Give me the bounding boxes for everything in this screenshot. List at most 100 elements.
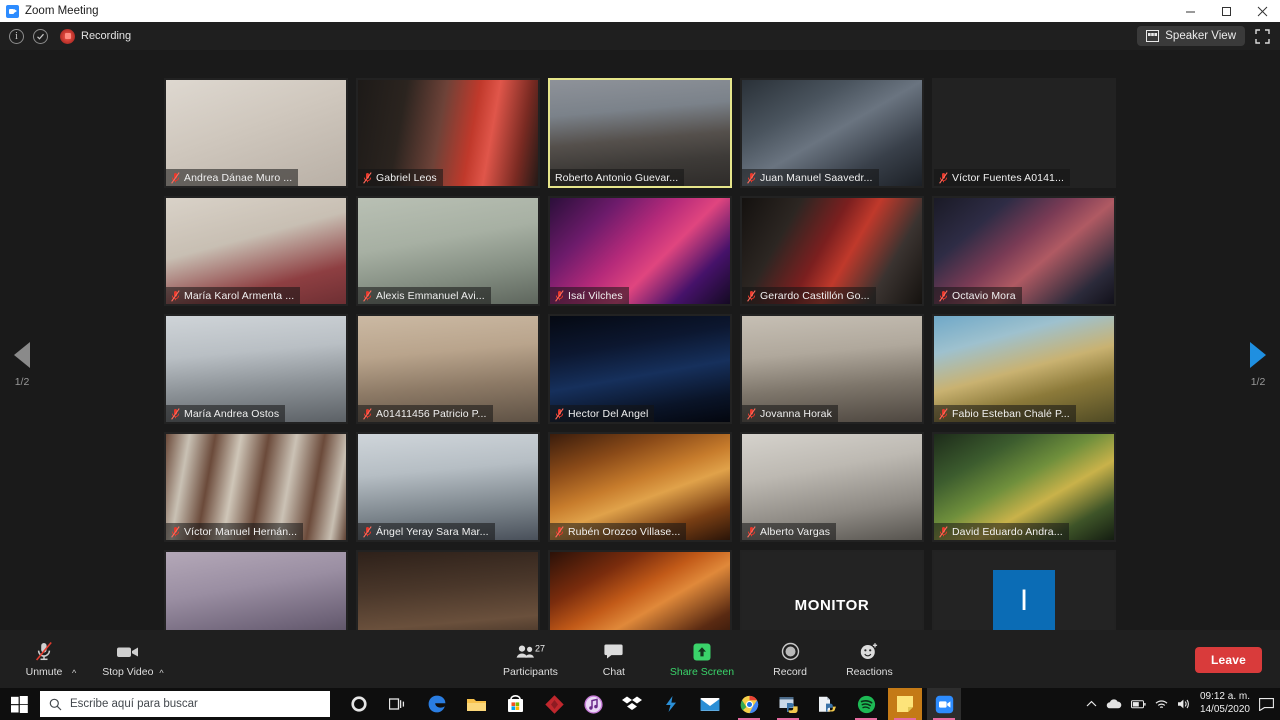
participant-name: Víctor Manuel Hernán... — [184, 526, 297, 538]
info-icon[interactable]: i — [9, 29, 24, 44]
participant-name: Hector Del Angel — [568, 408, 648, 420]
share-screen-button[interactable]: Share Screen — [664, 641, 740, 678]
volume-icon[interactable] — [1177, 698, 1191, 710]
participant-name: Roberto Antonio Guevar... — [555, 172, 678, 184]
blue-bolt-app-icon[interactable] — [654, 688, 688, 720]
participant-tile[interactable]: Ángel Yeray Sara Mar... — [356, 432, 540, 542]
edge-icon[interactable] — [420, 688, 454, 720]
participants-button[interactable]: 27 Participants — [497, 641, 564, 678]
cortana-icon[interactable] — [342, 688, 376, 720]
recording-indicator[interactable]: Recording — [60, 29, 131, 44]
participant-tile[interactable]: Alexis Emmanuel Avi... — [356, 196, 540, 306]
participant-name: David Eduardo Andra... — [952, 526, 1063, 538]
participant-tile[interactable]: Gabriel Leos — [356, 78, 540, 188]
participant-name-bar: María Karol Armenta ... — [166, 287, 300, 304]
task-view-icon[interactable] — [381, 688, 415, 720]
participant-tile[interactable]: Gerardo Castillón Go... — [740, 196, 924, 306]
participant-tile[interactable]: Roberto Antonio Guevar... — [548, 78, 732, 188]
dropbox-icon[interactable] — [615, 688, 649, 720]
chrome-icon[interactable] — [732, 688, 766, 720]
clock-date: 14/05/2020 — [1200, 704, 1250, 717]
close-button[interactable] — [1244, 0, 1280, 22]
participant-name-bar: Octavio Mora — [934, 287, 1022, 304]
participant-tile[interactable]: Octavio Mora — [932, 196, 1116, 306]
python-file-icon[interactable] — [810, 688, 844, 720]
participants-label: Participants — [503, 666, 558, 678]
red-diamond-app-icon[interactable] — [537, 688, 571, 720]
audio-options-chevron-icon[interactable]: ^ — [72, 669, 76, 678]
participant-name: Ángel Yeray Sara Mar... — [376, 526, 489, 538]
microphone-muted-icon — [555, 290, 564, 302]
python-idle-icon[interactable] — [771, 688, 805, 720]
chat-label: Chat — [603, 666, 625, 678]
participant-name: Jovanna Horak — [760, 408, 832, 420]
mail-icon[interactable] — [693, 688, 727, 720]
shield-check-icon[interactable] — [33, 29, 48, 44]
window-title: Zoom Meeting — [25, 5, 99, 17]
share-screen-label: Share Screen — [670, 666, 734, 678]
leave-meeting-button[interactable]: Leave — [1195, 647, 1262, 673]
participant-name-bar: Ángel Yeray Sara Mar... — [358, 523, 495, 540]
participant-tile[interactable]: Isaí Vilches — [548, 196, 732, 306]
record-button[interactable]: Record — [762, 641, 818, 678]
participant-grid: Andrea Dánae Muro ...Gabriel Leos Roberto… — [164, 78, 1116, 660]
participant-tile[interactable]: Víctor Fuentes A0141... — [932, 78, 1116, 188]
show-hidden-icons-icon[interactable] — [1086, 700, 1097, 709]
participant-tile[interactable]: Fabio Esteban Chalé P... — [932, 314, 1116, 424]
onedrive-icon[interactable] — [1106, 699, 1122, 709]
chevron-right-icon[interactable] — [1250, 342, 1266, 368]
next-page-control[interactable]: 1/2 — [1250, 342, 1266, 388]
participant-tile[interactable]: Andrea Dánae Muro ... — [164, 78, 348, 188]
unmute-button[interactable]: Unmute — [16, 641, 72, 678]
search-input[interactable]: Escribe aquí para buscar — [40, 691, 330, 717]
chevron-left-icon[interactable] — [14, 342, 30, 368]
stop-video-button[interactable]: Stop Video — [96, 641, 159, 678]
spotify-icon[interactable] — [849, 688, 883, 720]
file-explorer-icon[interactable] — [459, 688, 493, 720]
window-titlebar: Zoom Meeting — [0, 0, 1280, 22]
stop-video-label: Stop Video — [102, 666, 153, 678]
participant-name-bar: A01411456 Patricio P... — [358, 405, 493, 422]
prev-page-control[interactable]: 1/2 — [14, 342, 30, 388]
zoom-taskbar-icon[interactable] — [927, 688, 961, 720]
participant-tile[interactable]: Víctor Manuel Hernán... — [164, 432, 348, 542]
microphone-muted-icon — [747, 172, 756, 184]
video-options-chevron-icon[interactable]: ^ — [159, 669, 163, 678]
microphone-muted-icon — [363, 526, 372, 538]
reactions-smiley-icon — [859, 641, 879, 663]
participant-tile[interactable]: Rubén Orozco Villase... — [548, 432, 732, 542]
video-stage: 1/2 1/2 Andrea Dánae Muro ...Gabriel Leo… — [0, 50, 1280, 630]
participant-tile[interactable]: Jovanna Horak — [740, 314, 924, 424]
participant-name-bar: María Andrea Ostos — [166, 405, 285, 422]
clock[interactable]: 09:12 a. m. 14/05/2020 — [1200, 691, 1250, 717]
chat-button[interactable]: Chat — [586, 641, 642, 678]
participant-tile[interactable]: Juan Manuel Saavedr... — [740, 78, 924, 188]
svg-text:27: 27 — [535, 644, 545, 654]
page-indicator-right: 1/2 — [1251, 376, 1266, 388]
microphone-muted-icon — [747, 526, 756, 538]
participant-tile[interactable]: David Eduardo Andra... — [932, 432, 1116, 542]
participant-name: Rubén Orozco Villase... — [568, 526, 680, 538]
participant-tile[interactable]: María Karol Armenta ... — [164, 196, 348, 306]
action-center-icon[interactable] — [1259, 698, 1274, 711]
enter-fullscreen-icon[interactable] — [1255, 29, 1270, 44]
microphone-muted-icon — [171, 290, 180, 302]
reactions-button[interactable]: Reactions — [840, 641, 899, 678]
sticky-notes-icon[interactable] — [888, 688, 922, 720]
wifi-icon[interactable] — [1155, 699, 1168, 710]
participant-tile[interactable]: A01411456 Patricio P... — [356, 314, 540, 424]
maximize-button[interactable] — [1208, 0, 1244, 22]
microphone-muted-icon — [939, 290, 948, 302]
participant-tile[interactable]: María Andrea Ostos — [164, 314, 348, 424]
record-circle-icon — [781, 641, 800, 663]
unmute-label: Unmute — [26, 666, 63, 678]
participant-tile[interactable]: Hector Del Angel — [548, 314, 732, 424]
speaker-view-button[interactable]: Speaker View — [1137, 26, 1245, 46]
windows-start-icon[interactable] — [0, 688, 38, 720]
minimize-button[interactable] — [1172, 0, 1208, 22]
participant-tile[interactable]: Alberto Vargas — [740, 432, 924, 542]
microphone-muted-icon — [171, 408, 180, 420]
battery-icon[interactable] — [1131, 700, 1146, 709]
itunes-icon[interactable] — [576, 688, 610, 720]
microsoft-store-icon[interactable] — [498, 688, 532, 720]
